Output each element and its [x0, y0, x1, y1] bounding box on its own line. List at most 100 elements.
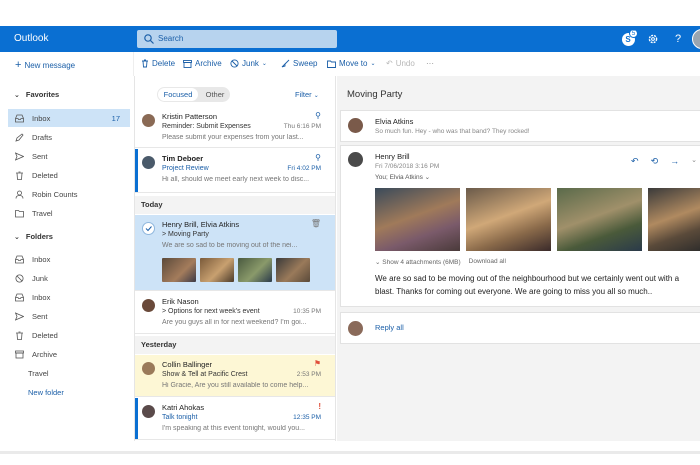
- select-checkbox[interactable]: [142, 222, 155, 235]
- sender-avatar: [348, 152, 363, 167]
- attachment-thumbnail[interactable]: [200, 258, 234, 282]
- message-list: Focused Other Filter ⌄ Kristin Patterson…: [134, 76, 336, 441]
- nav-item-deleted-2[interactable]: Deleted: [8, 326, 130, 344]
- account-avatar[interactable]: [692, 29, 700, 49]
- tab-other[interactable]: Other: [201, 89, 229, 100]
- outlook-window: Outlook Search S 5 ? + New message Delet…: [0, 0, 700, 465]
- search-placeholder: Search: [158, 34, 184, 43]
- attachment-thumbnail[interactable]: [276, 258, 310, 282]
- chevron-down-icon: ⌄: [370, 61, 376, 67]
- move-to-button[interactable]: Move to ⌄: [327, 59, 376, 68]
- plus-icon: +: [15, 59, 22, 71]
- command-toolbar: + New message Delete Archive Junk ⌄ Swee…: [0, 52, 700, 76]
- nav-item-sent-2[interactable]: Sent: [8, 307, 130, 325]
- reply-icon[interactable]: ↶: [631, 156, 639, 167]
- settings-button[interactable]: [645, 31, 661, 47]
- attachment-thumbnail[interactable]: [162, 258, 196, 282]
- message-item[interactable]: Katri Ahokas ! Talk tonight 12:35 PM I'm…: [135, 398, 335, 440]
- search-input[interactable]: Search: [137, 30, 337, 48]
- nav-item-sent[interactable]: Sent: [8, 147, 130, 165]
- help-button[interactable]: ?: [670, 31, 686, 47]
- nav-item-label: Travel: [28, 368, 49, 378]
- app-brand[interactable]: Outlook: [14, 33, 48, 44]
- more-options-icon[interactable]: ⌄: [691, 156, 697, 167]
- message-item[interactable]: Erik Nason > Options for next week's eve…: [135, 292, 335, 334]
- folders-header[interactable]: ⌄ Folders: [14, 232, 53, 241]
- skype-button[interactable]: S 5: [620, 29, 638, 47]
- message-actions: ↶ ⟲ → ⌄: [631, 156, 697, 167]
- archive-button[interactable]: Archive: [183, 59, 222, 68]
- tab-focused[interactable]: Focused: [158, 88, 198, 101]
- sweep-button[interactable]: Sweep: [281, 59, 317, 68]
- delete-button[interactable]: Delete: [141, 59, 175, 68]
- archive-icon: [15, 350, 24, 358]
- message-subject: Show & Tell at Pacific Crest: [162, 371, 248, 378]
- nav-item-deleted[interactable]: Deleted: [8, 166, 130, 184]
- favorites-header[interactable]: ⌄ Favorites: [14, 90, 59, 99]
- message-preview: We are so sad to be moving out of the ne…: [162, 242, 298, 249]
- importance-icon: !: [318, 402, 321, 411]
- help-icon: ?: [674, 33, 682, 45]
- reply-all-button[interactable]: Reply all: [375, 323, 404, 332]
- download-all-link[interactable]: Download all: [469, 258, 506, 266]
- nav-item-inbox-favorite[interactable]: Inbox 17: [8, 109, 130, 127]
- attachment-photo[interactable]: [648, 188, 700, 251]
- undo-label: Undo: [395, 59, 415, 68]
- nav-item-robin-counts[interactable]: Robin Counts: [8, 185, 130, 203]
- attachment-photo[interactable]: [557, 188, 642, 251]
- attachment-photo[interactable]: [466, 188, 551, 251]
- junk-button[interactable]: Junk ⌄: [230, 59, 267, 68]
- undo-button[interactable]: ↶ Undo: [386, 59, 415, 68]
- trash-icon[interactable]: 🗑: [311, 219, 321, 228]
- message-time: Thu 6:16 PM: [283, 123, 321, 130]
- expanded-message: Henry Brill Fri 7/06/2018 3:16 PM You; E…: [340, 145, 700, 307]
- message-item-selected[interactable]: Henry Brill, Elvia Atkins 🗑 > Moving Par…: [135, 215, 335, 291]
- inbox-icon: [15, 255, 24, 263]
- nav-item-drafts[interactable]: Drafts: [8, 128, 130, 146]
- message-snippet: So much fun. Hey - who was that band? Th…: [375, 128, 530, 135]
- nav-item-label: Archive: [32, 349, 58, 359]
- move-to-label: Move to: [339, 59, 368, 68]
- message-item[interactable]: Tim Deboer ⚲ Project Review Fri 4:02 PM …: [135, 149, 335, 193]
- nav-item-label: Inbox: [32, 113, 51, 123]
- folder-pane: ⌄ Favorites Inbox 17 Drafts Sent Deleted…: [0, 76, 133, 441]
- message-subject: Project Review: [162, 165, 209, 172]
- reading-pane: Moving Party Elvia Atkins So much fun. H…: [337, 76, 700, 441]
- nav-item-inbox-2[interactable]: Inbox: [8, 288, 130, 306]
- collapsed-message[interactable]: Elvia Atkins So much fun. Hey - who was …: [340, 110, 700, 142]
- skype-badge: 5: [629, 29, 638, 38]
- new-message-button[interactable]: + New message: [15, 59, 75, 71]
- nav-item-archive[interactable]: Archive: [8, 345, 130, 363]
- message-preview: Please submit your expenses from your la…: [162, 134, 304, 141]
- message-recipients[interactable]: You; Elvia Atkins ⌄: [375, 173, 430, 181]
- flag-icon[interactable]: ⚑: [314, 359, 321, 368]
- reply-bar: Reply all: [340, 312, 700, 344]
- forward-icon[interactable]: →: [670, 156, 679, 167]
- message-item-flagged[interactable]: Collin Ballinger ⚑ Show & Tell at Pacifi…: [135, 355, 335, 397]
- message-item[interactable]: Kristin Patterson ⚲ Reminder: Submit Exp…: [135, 107, 335, 148]
- inbox-icon: [15, 114, 24, 122]
- sender-avatar: [142, 299, 155, 312]
- new-folder-label: New folder: [28, 387, 64, 397]
- nav-item-label: Robin Counts: [32, 189, 78, 199]
- attachment-thumbnail[interactable]: [238, 258, 272, 282]
- message-time: 2:53 PM: [296, 371, 321, 378]
- sender-name: Henry Brill: [375, 152, 410, 161]
- new-folder-link[interactable]: New folder: [8, 383, 130, 401]
- pin-icon[interactable]: ⚲: [315, 111, 321, 120]
- chevron-down-icon: ⌄: [261, 61, 267, 67]
- nav-item-inbox[interactable]: Inbox: [8, 250, 130, 268]
- block-icon: [230, 59, 239, 68]
- reply-all-icon[interactable]: ⟲: [651, 156, 659, 167]
- attachment-photo[interactable]: [375, 188, 460, 251]
- person-icon: [15, 190, 24, 199]
- nav-item-travel-favorite[interactable]: Travel: [8, 204, 130, 222]
- show-attachments-link[interactable]: ⌄ Show 4 attachments (6MB): [375, 258, 461, 266]
- app-header: Outlook Search S 5 ?: [0, 26, 700, 52]
- filter-button[interactable]: Filter ⌄: [295, 90, 319, 99]
- nav-item-junk[interactable]: Junk: [8, 269, 130, 287]
- send-icon: [15, 151, 24, 161]
- more-actions-button[interactable]: ···: [426, 59, 434, 68]
- pin-icon[interactable]: ⚲: [315, 153, 321, 162]
- nav-item-travel[interactable]: Travel: [8, 364, 130, 382]
